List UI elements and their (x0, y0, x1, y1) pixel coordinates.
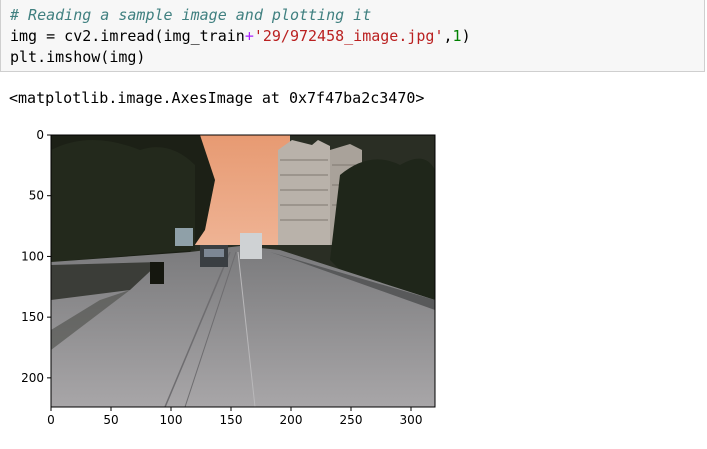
code-comment: # Reading a sample image and plotting it (10, 6, 372, 24)
image-plot: 0 50 100 150 200 250 300 0 50 100 150 20… (21, 128, 436, 427)
y-tick-label: 0 (36, 128, 44, 142)
y-tick-label: 50 (29, 189, 44, 203)
x-tick-label: 150 (220, 413, 243, 427)
x-tick-label: 0 (47, 413, 55, 427)
code-comma: , (443, 27, 453, 45)
code-close-paren: ) (461, 27, 471, 45)
x-tick-label: 50 (103, 413, 118, 427)
code-flag-number: 1 (452, 27, 462, 45)
image-plot-area: 0 50 100 150 200 250 300 0 50 100 150 20… (0, 120, 450, 445)
x-tick-label: 250 (340, 413, 363, 427)
code-line-comment: # Reading a sample image and plotting it (10, 5, 371, 25)
x-tick-label: 100 (160, 413, 183, 427)
code-plus-operator: + (244, 27, 254, 45)
code-line-imread: img = cv2.imread(img_train+'29/972458_im… (10, 26, 471, 46)
x-tick-label: 300 (400, 413, 423, 427)
x-tick-label: 200 (280, 413, 303, 427)
y-axis-ticks: 0 50 100 150 200 (21, 128, 51, 385)
y-tick-label: 150 (21, 310, 44, 324)
code-imread-prefix: img = cv2.imread(img_train (10, 27, 245, 45)
output-repr: <matplotlib.image.AxesImage at 0x7f47ba2… (9, 89, 425, 107)
y-tick-label: 100 (21, 249, 44, 263)
x-axis-ticks: 0 50 100 150 200 250 300 (47, 407, 422, 427)
code-line-imshow: plt.imshow(img) (10, 48, 146, 66)
code-cell[interactable]: # Reading a sample image and plotting it… (0, 0, 705, 72)
street-photo (51, 135, 435, 407)
code-path-string: '29/972458_image.jpg' (253, 27, 444, 45)
y-tick-label: 200 (21, 371, 44, 385)
